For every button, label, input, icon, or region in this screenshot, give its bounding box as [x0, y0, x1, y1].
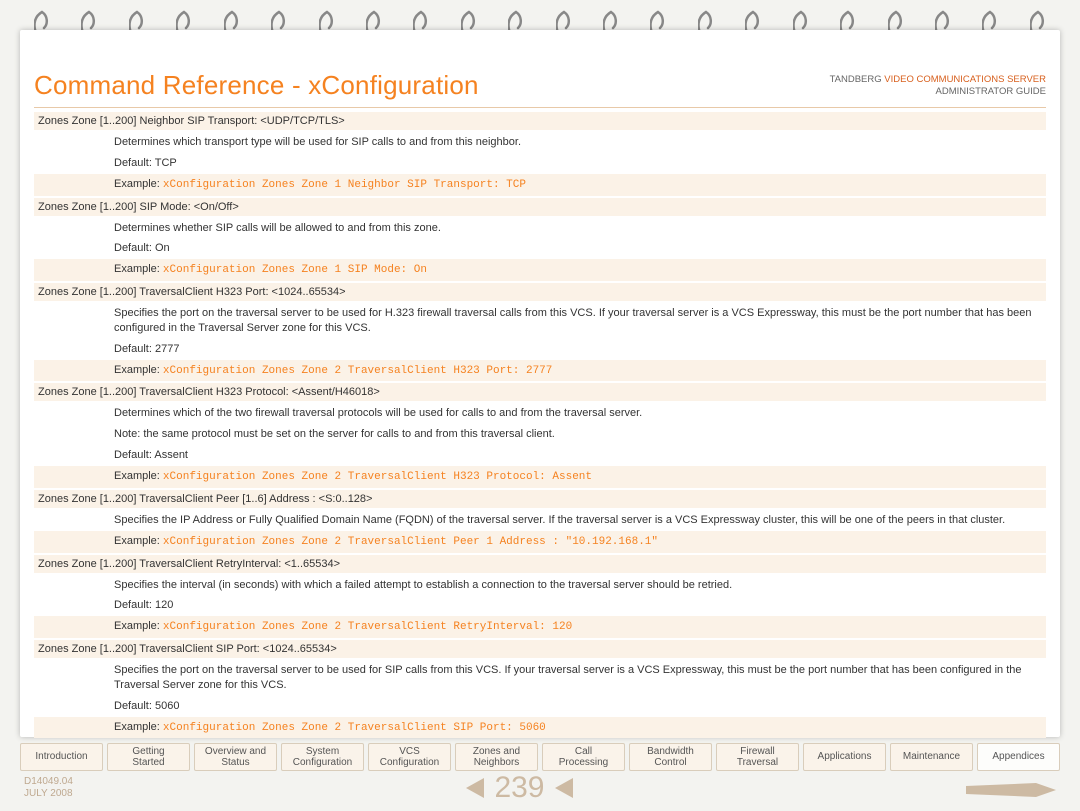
commands-list: Zones Zone [1..200] Neighbor SIP Transpo…	[34, 112, 1046, 740]
prev-page-icon[interactable]	[466, 778, 484, 798]
example-code: xConfiguration Zones Zone 2 TraversalCli…	[163, 536, 658, 548]
tab-applications[interactable]: Applications	[803, 743, 886, 771]
command-description: Specifies the port on the traversal serv…	[114, 660, 1042, 696]
command-description: Determines which transport type will be …	[114, 132, 1042, 153]
tab-overview-and-status[interactable]: Overview andStatus	[194, 743, 277, 771]
command-description: Specifies the interval (in seconds) with…	[114, 575, 1042, 596]
tab-firewall-traversal[interactable]: FirewallTraversal	[716, 743, 799, 771]
command-description-block: Determines which of the two firewall tra…	[34, 401, 1046, 489]
tab-call-processing[interactable]: CallProcessing	[542, 743, 625, 771]
example-label: Example:	[114, 721, 163, 733]
command-section: Zones Zone [1..200] TraversalClient Retr…	[34, 555, 1046, 641]
example-label: Example:	[114, 364, 163, 376]
example-label: Example:	[114, 263, 163, 275]
example-label: Example:	[114, 620, 163, 632]
tab-bandwidth-control[interactable]: BandwidthControl	[629, 743, 712, 771]
command-example: Example: xConfiguration Zones Zone 2 Tra…	[34, 616, 1046, 638]
tab-appendices[interactable]: Appendices	[977, 743, 1060, 771]
tab-system-configuration[interactable]: SystemConfiguration	[281, 743, 364, 771]
command-default: Default: 5060	[114, 696, 1042, 717]
command-default: Default: TCP	[114, 153, 1042, 174]
page-number: 239	[494, 771, 544, 805]
example-label: Example:	[114, 470, 163, 482]
command-default: Default: 2777	[114, 339, 1042, 360]
command-syntax: Zones Zone [1..200] TraversalClient Retr…	[34, 555, 1046, 573]
example-code: xConfiguration Zones Zone 2 TraversalCli…	[163, 621, 572, 633]
page-sheet: Command Reference - xConfiguration TANDB…	[20, 30, 1060, 737]
docnum-text: D14049.04	[24, 776, 73, 787]
command-syntax: Zones Zone [1..200] TraversalClient Peer…	[34, 490, 1046, 508]
example-code: xConfiguration Zones Zone 1 SIP Mode: On	[163, 264, 427, 276]
command-description-block: Determines which transport type will be …	[34, 130, 1046, 198]
command-description-block: Specifies the interval (in seconds) with…	[34, 573, 1046, 641]
tab-getting-started[interactable]: GettingStarted	[107, 743, 190, 771]
tab-introduction[interactable]: Introduction	[20, 743, 103, 771]
command-note: Note: the same protocol must be set on t…	[114, 424, 1042, 445]
command-syntax: Zones Zone [1..200] TraversalClient SIP …	[34, 640, 1046, 658]
command-default: Default: Assent	[114, 445, 1042, 466]
docdate-text: JULY 2008	[24, 788, 73, 799]
command-section: Zones Zone [1..200] TraversalClient H323…	[34, 283, 1046, 383]
next-section-arrow[interactable]	[966, 783, 1056, 793]
command-description: Specifies the IP Address or Fully Qualif…	[114, 510, 1042, 531]
tab-vcs-configuration[interactable]: VCSConfiguration	[368, 743, 451, 771]
example-label: Example:	[114, 178, 163, 190]
command-default: Default: On	[114, 238, 1042, 259]
tab-maintenance[interactable]: Maintenance	[890, 743, 973, 771]
command-example: Example: xConfiguration Zones Zone 2 Tra…	[34, 531, 1046, 553]
command-section: Zones Zone [1..200] Neighbor SIP Transpo…	[34, 112, 1046, 198]
brand-left: TANDBERG	[830, 74, 882, 85]
command-description-block: Specifies the port on the traversal serv…	[34, 301, 1046, 383]
command-example: Example: xConfiguration Zones Zone 2 Tra…	[34, 466, 1046, 488]
example-code: xConfiguration Zones Zone 2 TraversalCli…	[163, 365, 552, 377]
command-section: Zones Zone [1..200] SIP Mode: <On/Off> De…	[34, 198, 1046, 284]
command-example: Example: xConfiguration Zones Zone 1 SIP…	[34, 259, 1046, 281]
command-section: Zones Zone [1..200] TraversalClient H323…	[34, 383, 1046, 489]
command-section: Zones Zone [1..200] TraversalClient Peer…	[34, 490, 1046, 555]
command-example: Example: xConfiguration Zones Zone 1 Nei…	[34, 174, 1046, 196]
command-syntax: Zones Zone [1..200] SIP Mode: <On/Off>	[34, 198, 1046, 216]
prev-page-icon-2[interactable]	[555, 778, 573, 798]
header-right: TANDBERG VIDEO COMMUNICATIONS SERVER ADM…	[830, 70, 1046, 99]
command-description: Determines whether SIP calls will be all…	[114, 218, 1042, 239]
brand-orange: VIDEO COMMUNICATIONS SERVER	[884, 74, 1046, 85]
command-description: Specifies the port on the traversal serv…	[114, 303, 1042, 339]
command-example: Example: xConfiguration Zones Zone 2 Tra…	[34, 717, 1046, 739]
example-code: xConfiguration Zones Zone 2 TraversalCli…	[163, 471, 592, 483]
command-description-block: Specifies the IP Address or Fully Qualif…	[34, 508, 1046, 555]
command-default: Default: 120	[114, 595, 1042, 616]
doc-number: D14049.04 JULY 2008	[24, 776, 73, 800]
example-label: Example:	[114, 535, 163, 547]
tab-zones-and-neighbors[interactable]: Zones andNeighbors	[455, 743, 538, 771]
bottom-tabs: IntroductionGettingStartedOverview andSt…	[20, 743, 1060, 771]
pager: 239	[466, 771, 572, 805]
example-code: xConfiguration Zones Zone 1 Neighbor SIP…	[163, 179, 526, 191]
command-description-block: Specifies the port on the traversal serv…	[34, 658, 1046, 740]
command-example: Example: xConfiguration Zones Zone 2 Tra…	[34, 360, 1046, 382]
example-code: xConfiguration Zones Zone 2 TraversalCli…	[163, 722, 546, 734]
command-description: Determines which of the two firewall tra…	[114, 403, 1042, 424]
command-section: Zones Zone [1..200] TraversalClient SIP …	[34, 640, 1046, 740]
header-subtitle: ADMINISTRATOR GUIDE	[936, 86, 1047, 97]
command-syntax: Zones Zone [1..200] TraversalClient H323…	[34, 283, 1046, 301]
command-syntax: Zones Zone [1..200] TraversalClient H323…	[34, 383, 1046, 401]
command-syntax: Zones Zone [1..200] Neighbor SIP Transpo…	[34, 112, 1046, 130]
page-title: Command Reference - xConfiguration	[34, 70, 479, 101]
footer: D14049.04 JULY 2008 239	[24, 771, 1056, 805]
command-description-block: Determines whether SIP calls will be all…	[34, 216, 1046, 284]
